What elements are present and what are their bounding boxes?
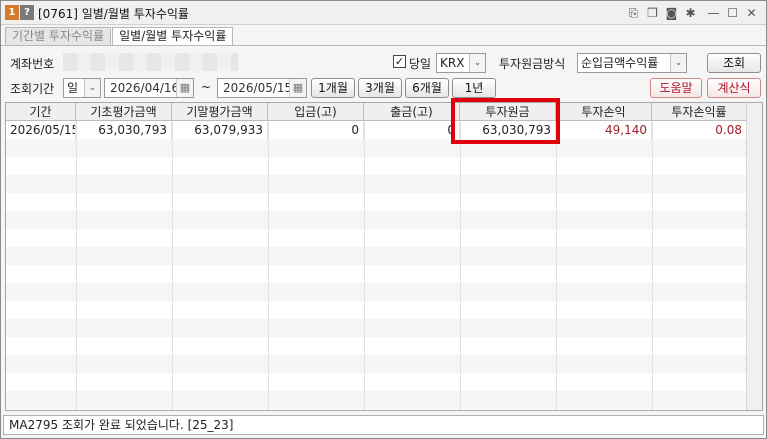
period-label: 조회기간 bbox=[10, 82, 55, 96]
cell-begin-value: 63,030,793 bbox=[76, 121, 172, 139]
col-header-end-value[interactable]: 기말평가금액 bbox=[172, 103, 268, 121]
tab-daily-monthly-returns[interactable]: 일별/월별 투자수익률 bbox=[112, 27, 234, 45]
vertical-scrollbar[interactable] bbox=[746, 103, 762, 410]
date-range-tilde: ~ bbox=[201, 80, 212, 94]
column-divider bbox=[556, 121, 557, 410]
help-button[interactable]: 도움말 bbox=[650, 78, 702, 98]
same-day-label: 당일 bbox=[409, 57, 432, 71]
exchange-select[interactable]: KRX ⌄ bbox=[436, 53, 486, 73]
col-header-deposit[interactable]: 입금(고) bbox=[268, 103, 364, 121]
period-unit-select[interactable]: 일 ⌄ bbox=[63, 78, 101, 98]
col-header-return-rate[interactable]: 투자손익률 bbox=[652, 103, 746, 121]
principal-highlight-box bbox=[451, 98, 560, 144]
chevron-down-icon[interactable]: ⌄ bbox=[670, 54, 686, 72]
trading-window: 1 ? [0761] 일별/월별 투자수익률 ⎘ ❐ ◙ ✱ — ☐ ✕ 기간별… bbox=[0, 0, 767, 439]
quick-1-month-button[interactable]: 1개월 bbox=[311, 78, 355, 98]
cell-return-rate: 0.08 bbox=[715, 123, 742, 137]
principal-method-value: 순입금액수익률 bbox=[581, 56, 659, 70]
close-icon[interactable]: ✕ bbox=[743, 5, 760, 22]
link-icon[interactable]: ⎘ bbox=[625, 5, 642, 22]
empty-row bbox=[6, 319, 746, 337]
column-divider bbox=[172, 121, 173, 410]
calendar-icon[interactable]: ▦ bbox=[176, 79, 193, 97]
copy-icon[interactable]: ❐ bbox=[644, 5, 661, 22]
end-date-field[interactable]: 2026/05/15 ▦ bbox=[217, 78, 307, 98]
cell-period: 2026/05/15 bbox=[6, 121, 76, 139]
start-date-value: 2026/04/16 bbox=[110, 81, 180, 95]
table-header: 기간 기초평가금액 기말평가금액 입금(고) 출금(고) 투자원금 투자손익 투… bbox=[6, 103, 746, 121]
exchange-value: KRX bbox=[440, 56, 465, 70]
chevron-down-icon[interactable]: ⌄ bbox=[469, 54, 485, 72]
window-title: [0761] 일별/월별 투자수익률 bbox=[38, 7, 189, 21]
maximize-icon[interactable]: ☐ bbox=[724, 5, 741, 22]
principal-method-select[interactable]: 순입금액수익률 ⌄ bbox=[577, 53, 687, 73]
col-header-begin-value[interactable]: 기초평가금액 bbox=[76, 103, 172, 121]
minimize-icon[interactable]: — bbox=[705, 5, 722, 22]
col-header-profit[interactable]: 투자손익 bbox=[556, 103, 652, 121]
column-divider bbox=[460, 121, 461, 410]
column-divider bbox=[652, 121, 653, 410]
quick-3-month-button[interactable]: 3개월 bbox=[358, 78, 402, 98]
table-row[interactable]: 2026/05/15 63,030,793 63,079,933 0 0 63,… bbox=[6, 121, 746, 139]
empty-row bbox=[6, 139, 746, 157]
chevron-down-icon[interactable]: ⌄ bbox=[84, 79, 100, 97]
status-bar: MA2795 조회가 완료 되었습니다. [25_23] bbox=[3, 415, 764, 435]
empty-row bbox=[6, 355, 746, 373]
empty-row bbox=[6, 391, 746, 409]
title-bar: 1 ? [0761] 일별/월별 투자수익률 ⎘ ❐ ◙ ✱ — ☐ ✕ bbox=[1, 1, 766, 25]
gear-icon[interactable]: ✱ bbox=[682, 5, 699, 22]
quick-1-year-button[interactable]: 1년 bbox=[452, 78, 496, 98]
account-label: 계좌번호 bbox=[10, 57, 55, 71]
tab-divider bbox=[1, 45, 766, 46]
empty-row bbox=[6, 247, 746, 265]
col-header-period[interactable]: 기간 bbox=[6, 103, 76, 121]
account-number-field-masked[interactable] bbox=[63, 53, 238, 71]
column-divider bbox=[76, 121, 77, 410]
end-date-value: 2026/05/15 bbox=[223, 81, 293, 95]
help-badge[interactable]: ? bbox=[20, 5, 34, 20]
tab-strip: 기간별 투자수익률 일별/월별 투자수익률 bbox=[5, 27, 234, 45]
formula-button[interactable]: 계산식 bbox=[707, 78, 761, 98]
calendar-icon[interactable]: ▦ bbox=[289, 79, 306, 97]
column-divider bbox=[268, 121, 269, 410]
period-unit-value: 일 bbox=[67, 81, 79, 95]
cell-withdrawal: 0 bbox=[364, 121, 460, 139]
cell-profit: 49,140 bbox=[556, 121, 652, 139]
empty-row bbox=[6, 283, 746, 301]
same-day-checkbox[interactable]: ✓ bbox=[393, 55, 406, 68]
empty-row bbox=[6, 211, 746, 229]
screen-number-badge[interactable]: 1 bbox=[5, 5, 19, 20]
col-header-withdrawal[interactable]: 출금(고) bbox=[364, 103, 460, 121]
column-divider bbox=[364, 121, 365, 410]
principal-method-label: 투자원금방식 bbox=[499, 57, 566, 71]
tab-period-returns[interactable]: 기간별 투자수익률 bbox=[5, 27, 112, 45]
quick-6-month-button[interactable]: 6개월 bbox=[405, 78, 449, 98]
camera-icon[interactable]: ◙ bbox=[663, 5, 680, 22]
query-button[interactable]: 조회 bbox=[707, 53, 761, 73]
start-date-field[interactable]: 2026/04/16 ▦ bbox=[104, 78, 194, 98]
window-controls: ⎘ ❐ ◙ ✱ — ☐ ✕ bbox=[625, 4, 760, 22]
cell-end-value: 63,079,933 bbox=[172, 121, 268, 139]
cell-deposit: 0 bbox=[268, 121, 364, 139]
empty-row bbox=[6, 175, 746, 193]
returns-table: 기간 기초평가금액 기말평가금액 입금(고) 출금(고) 투자원금 투자손익 투… bbox=[5, 102, 763, 411]
